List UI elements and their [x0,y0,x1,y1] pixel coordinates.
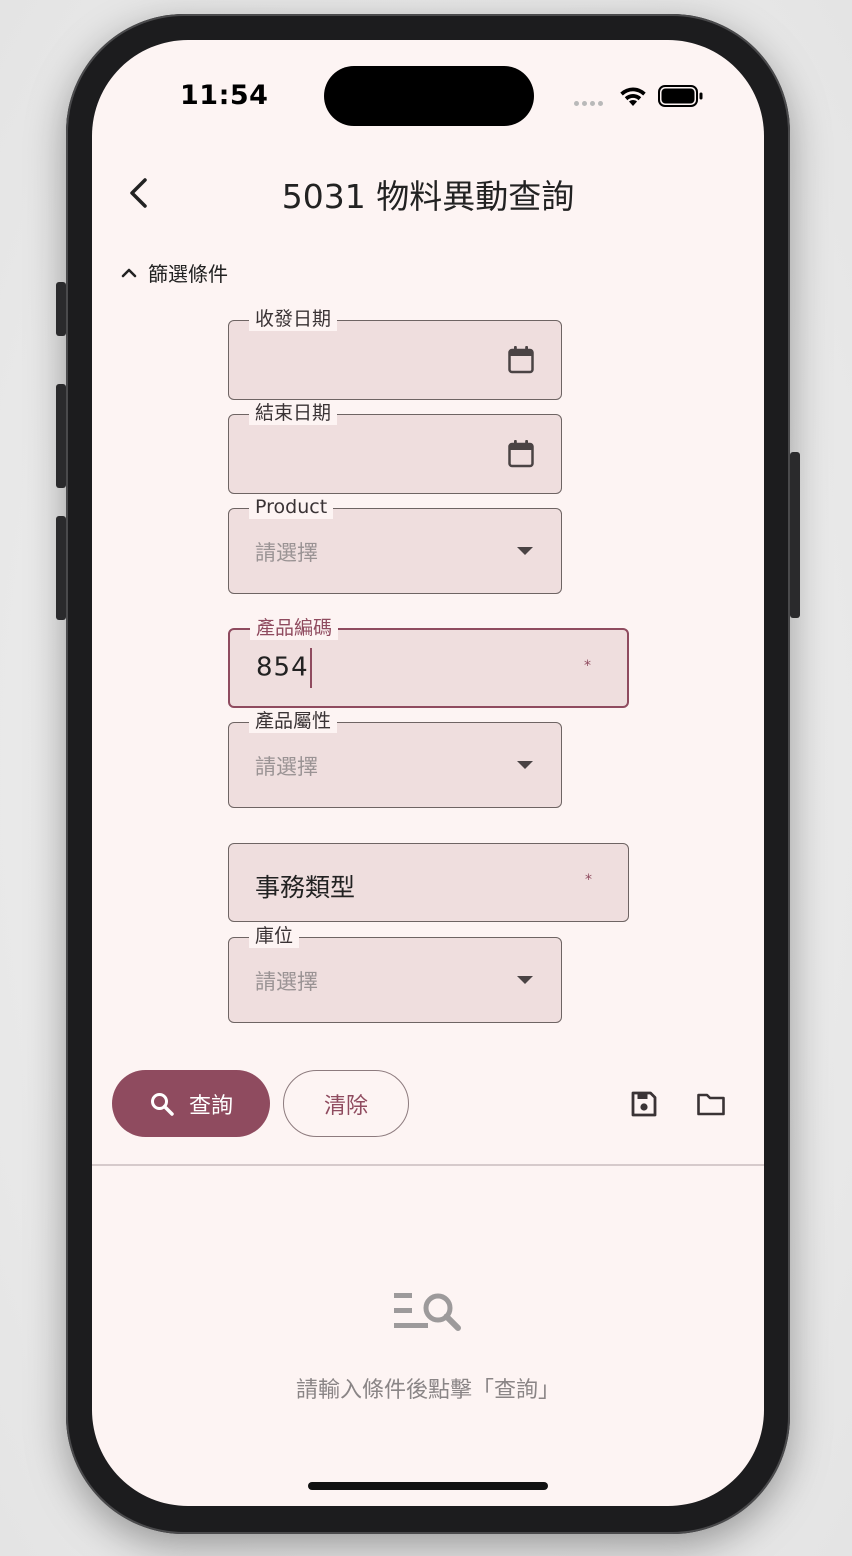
app-screen: 11:54 5031 物料異動查詢 篩選條件 收發日期 結束日期 Product… [92,40,764,1506]
save-button[interactable] [622,1082,666,1126]
volume-down-button [56,516,66,620]
transaction-type-field[interactable]: 事務類型 * [228,843,629,922]
product-attribute-label: 產品屬性 [249,709,338,733]
query-button[interactable]: 查詢 [112,1070,270,1137]
receive-date-label: 收發日期 [249,307,338,331]
receive-date-field[interactable]: 收發日期 [228,307,562,400]
end-date-label: 結束日期 [249,401,338,425]
folder-icon [697,1093,725,1116]
power-button [790,452,800,618]
required-mark: * [584,658,591,674]
volume-up-button [56,384,66,488]
dropdown-arrow-icon [517,547,533,555]
calendar-icon[interactable] [507,439,535,469]
location-dropdown[interactable]: 庫位 請選擇 [228,924,562,1023]
calendar-icon[interactable] [507,345,535,375]
product-label: Product [249,495,334,519]
signal-dots-icon [574,101,603,106]
page-title: 5031 物料異動查詢 [281,177,575,216]
query-button-label: 查詢 [188,1093,233,1119]
product-code-value: 854 [256,648,312,688]
product-attribute-dropdown[interactable]: 產品屬性 請選擇 [228,709,562,808]
home-indicator [308,1482,548,1490]
product-dropdown[interactable]: Product 請選擇 [228,495,562,594]
search-icon [150,1092,174,1116]
filter-toggle[interactable]: 篩選條件 [118,258,228,287]
dropdown-arrow-icon [517,761,533,769]
product-attribute-placeholder: 請選擇 [255,755,318,779]
filter-toggle-label: 篩選條件 [148,262,228,286]
battery-icon [658,85,703,107]
clear-button[interactable]: 清除 [283,1070,409,1137]
product-code-input[interactable]: 產品編碼 854 * [228,616,629,708]
empty-state-message: 請輸入條件後點擊「查詢」 [295,1378,560,1403]
location-label: 庫位 [249,924,300,948]
wifi-icon [620,87,646,106]
location-placeholder: 請選擇 [255,970,318,994]
product-placeholder: 請選擇 [255,541,318,565]
dynamic-island [324,66,534,126]
product-code-label: 產品編碼 [250,616,339,640]
save-icon [631,1091,657,1117]
status-time: 11:54 [180,80,269,111]
transaction-type-label: 事務類型 [255,873,356,902]
open-folder-button[interactable] [689,1082,733,1126]
list-search-icon [394,1293,461,1331]
text-cursor [309,648,312,688]
action-button [56,282,66,336]
dropdown-arrow-icon [517,976,533,984]
divider [92,1164,764,1166]
clear-button-label: 清除 [323,1093,368,1119]
end-date-field[interactable]: 結束日期 [228,401,562,494]
required-mark: * [585,872,592,888]
chevron-up-icon [121,268,137,277]
